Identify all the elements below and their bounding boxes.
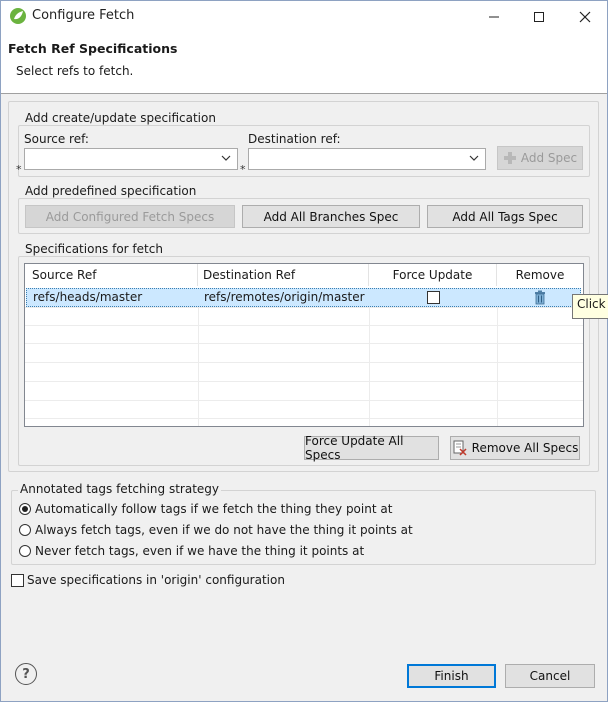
radio-button[interactable]: [19, 545, 31, 557]
maximize-button[interactable]: [516, 1, 562, 32]
minimize-button[interactable]: [471, 1, 517, 32]
chevron-down-icon: [469, 152, 479, 167]
tags-option-never[interactable]: Never fetch tags, even if we have the th…: [19, 544, 419, 560]
required-marker: *: [16, 163, 22, 176]
grid-line: [25, 400, 583, 401]
add-all-branches-spec-button[interactable]: Add All Branches Spec: [242, 205, 420, 228]
radio-button[interactable]: [19, 503, 31, 515]
predefined-spec-group-label: Add predefined specification: [23, 184, 199, 198]
app-logo-icon: [10, 8, 26, 24]
force-update-all-specs-button[interactable]: Force Update All Specs: [304, 434, 439, 462]
required-marker: *: [240, 163, 246, 176]
trash-icon[interactable]: [533, 290, 547, 308]
add-spec-label: Add Spec: [520, 151, 578, 165]
add-spec-button[interactable]: Add Spec: [497, 146, 583, 170]
maximize-icon: [534, 11, 544, 22]
grid-line: [369, 307, 370, 426]
grid-line: [25, 307, 583, 308]
close-button[interactable]: [562, 1, 608, 32]
add-configured-fetch-specs-button[interactable]: Add Configured Fetch Specs: [25, 205, 235, 228]
column-header-remove[interactable]: Remove: [497, 264, 583, 286]
page-subtitle: Select refs to fetch.: [16, 64, 134, 78]
source-ref-label: Source ref:: [24, 132, 89, 146]
grid-line: [25, 362, 583, 363]
grid-line: [497, 307, 498, 426]
grid-line: [25, 381, 583, 382]
grid-line: [25, 418, 583, 419]
column-header-source-ref[interactable]: Source Ref: [25, 264, 198, 286]
close-icon: [579, 11, 591, 22]
title-bar: Configure Fetch: [0, 0, 608, 31]
row-destination-ref: refs/remotes/origin/master: [204, 290, 365, 304]
help-icon[interactable]: ?: [15, 663, 37, 685]
save-config-checkbox[interactable]: [11, 574, 24, 587]
row-source-ref: refs/heads/master: [33, 290, 143, 304]
grid-line: [25, 325, 583, 326]
remove-all-icon: [453, 440, 467, 456]
source-ref-combo[interactable]: [24, 148, 238, 170]
save-config-option[interactable]: Save specifications in 'origin' configur…: [11, 573, 311, 589]
tags-option-label: Automatically follow tags if we fetch th…: [35, 502, 393, 516]
dialog-header: Fetch Ref Specifications Select refs to …: [1, 31, 607, 94]
finish-button[interactable]: Finish: [407, 664, 496, 688]
destination-ref-label: Destination ref:: [248, 132, 341, 146]
tags-option-always[interactable]: Always fetch tags, even if we do not hav…: [19, 523, 419, 539]
grid-line: [25, 343, 583, 344]
window-title: Configure Fetch: [32, 8, 135, 23]
minimize-icon: [489, 16, 499, 17]
destination-ref-combo[interactable]: [248, 148, 486, 170]
table-row[interactable]: refs/heads/master refs/remotes/origin/ma…: [26, 288, 581, 307]
chevron-down-icon: [221, 152, 231, 167]
column-header-destination-ref[interactable]: Destination Ref: [198, 264, 369, 286]
add-all-tags-spec-button[interactable]: Add All Tags Spec: [427, 205, 583, 228]
grid-line: [198, 307, 199, 426]
tags-strategy-group-label: Annotated tags fetching strategy: [18, 482, 222, 496]
column-header-force-update[interactable]: Force Update: [369, 264, 497, 286]
row-force-update-checkbox[interactable]: [427, 291, 440, 304]
specs-table: Source Ref Destination Ref Force Update …: [24, 263, 584, 427]
specs-for-fetch-group-label: Specifications for fetch: [23, 242, 165, 256]
remove-tooltip: Click t: [572, 294, 608, 319]
cancel-button[interactable]: Cancel: [505, 664, 595, 688]
remove-all-specs-button[interactable]: Remove All Specs: [450, 436, 580, 460]
tags-option-auto[interactable]: Automatically follow tags if we fetch th…: [19, 502, 419, 518]
radio-button[interactable]: [19, 524, 31, 536]
remove-all-specs-label: Remove All Specs: [471, 441, 579, 455]
page-title: Fetch Ref Specifications: [8, 41, 178, 56]
create-spec-group-label: Add create/update specification: [23, 111, 218, 125]
add-icon: [503, 152, 516, 164]
tags-option-label: Never fetch tags, even if we have the th…: [35, 544, 365, 558]
tags-option-label: Always fetch tags, even if we do not hav…: [35, 523, 413, 537]
save-config-label: Save specifications in 'origin' configur…: [27, 573, 285, 587]
